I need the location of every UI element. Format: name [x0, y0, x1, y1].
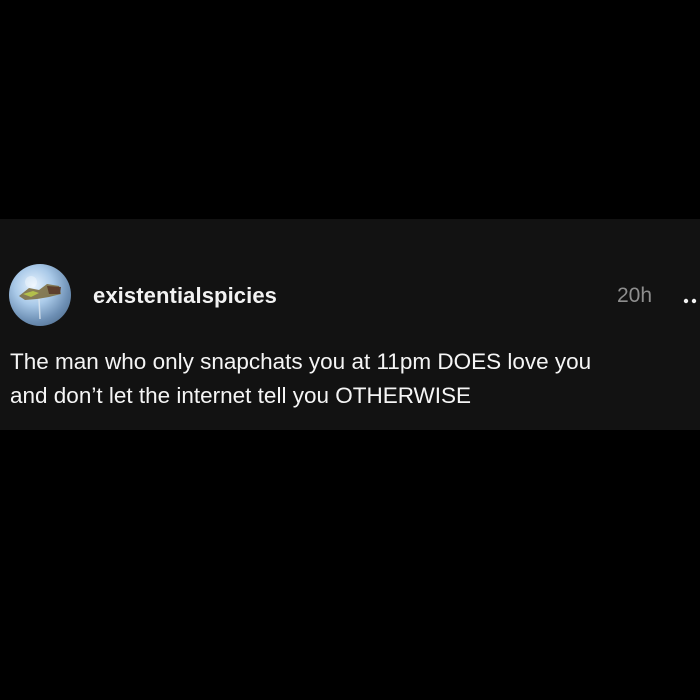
post-timestamp: 20h [617, 284, 653, 307]
post-card[interactable]: existentialspicies 20h The man who only … [0, 219, 700, 430]
screen: existentialspicies 20h The man who only … [0, 0, 700, 700]
username[interactable]: existentialspicies [93, 283, 277, 309]
post-text-line-2: and don’t let the internet tell you OTHE… [10, 383, 472, 408]
post-text-line-1: The man who only snapchats you at 11pm D… [10, 349, 592, 374]
post-text: The man who only snapchats you at 11pm D… [10, 345, 698, 413]
avatar[interactable] [9, 264, 71, 326]
more-options-icon[interactable] [682, 293, 700, 304]
avatar-image [19, 276, 61, 320]
